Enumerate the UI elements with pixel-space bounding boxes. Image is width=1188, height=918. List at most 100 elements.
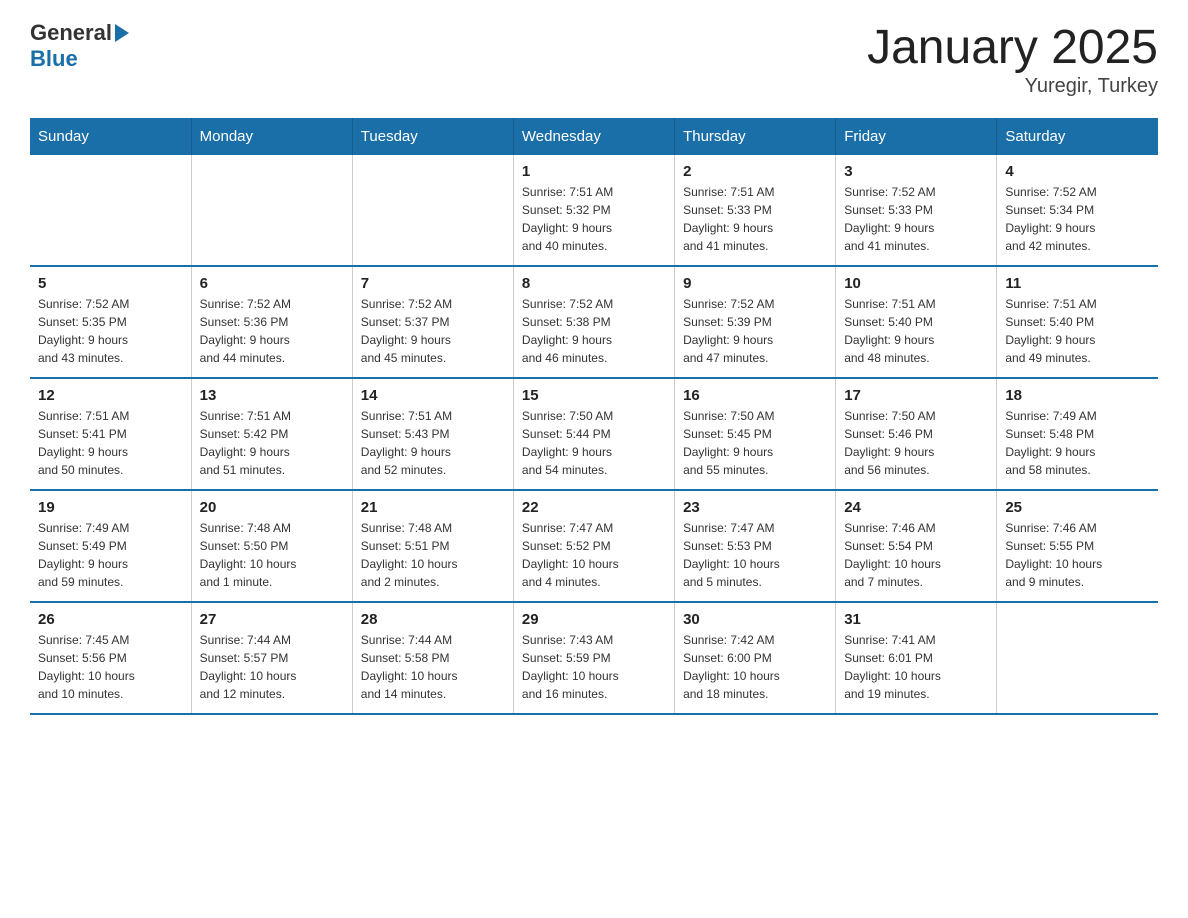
day-info: Sunrise: 7:51 AM Sunset: 5:43 PM Dayligh… [361,407,505,479]
day-info: Sunrise: 7:45 AM Sunset: 5:56 PM Dayligh… [38,631,183,703]
calendar-subtitle: Yuregir, Turkey [867,75,1158,98]
day-number: 28 [361,611,505,628]
day-info: Sunrise: 7:51 AM Sunset: 5:40 PM Dayligh… [844,295,988,367]
day-number: 15 [522,387,666,404]
day-number: 3 [844,163,988,180]
day-number: 12 [38,387,183,404]
day-info: Sunrise: 7:52 AM Sunset: 5:36 PM Dayligh… [200,295,344,367]
week-row-5: 26 Sunrise: 7:45 AM Sunset: 5:56 PM Dayli… [30,602,1158,714]
day-number: 22 [522,499,666,516]
day-number: 31 [844,611,988,628]
week-row-3: 12 Sunrise: 7:51 AM Sunset: 5:41 PM Dayli… [30,378,1158,490]
day-info: Sunrise: 7:41 AM Sunset: 6:01 PM Dayligh… [844,631,988,703]
calendar-cell [352,155,513,266]
day-number: 20 [200,499,344,516]
weekday-header-thursday: Thursday [675,118,836,155]
calendar-cell: 18 Sunrise: 7:49 AM Sunset: 5:48 PM Dayli… [997,378,1158,490]
calendar-table: SundayMondayTuesdayWednesdayThursdayFrid… [30,118,1158,715]
day-info: Sunrise: 7:52 AM Sunset: 5:37 PM Dayligh… [361,295,505,367]
day-number: 14 [361,387,505,404]
weekday-header-row: SundayMondayTuesdayWednesdayThursdayFrid… [30,118,1158,155]
day-info: Sunrise: 7:49 AM Sunset: 5:48 PM Dayligh… [1005,407,1150,479]
week-row-1: 1 Sunrise: 7:51 AM Sunset: 5:32 PM Daylig… [30,155,1158,266]
day-info: Sunrise: 7:49 AM Sunset: 5:49 PM Dayligh… [38,519,183,591]
day-info: Sunrise: 7:50 AM Sunset: 5:46 PM Dayligh… [844,407,988,479]
calendar-cell: 20 Sunrise: 7:48 AM Sunset: 5:50 PM Dayli… [191,490,352,602]
day-number: 13 [200,387,344,404]
calendar-cell: 4 Sunrise: 7:52 AM Sunset: 5:34 PM Daylig… [997,155,1158,266]
day-info: Sunrise: 7:42 AM Sunset: 6:00 PM Dayligh… [683,631,827,703]
day-number: 7 [361,275,505,292]
calendar-cell: 23 Sunrise: 7:47 AM Sunset: 5:53 PM Dayli… [675,490,836,602]
day-info: Sunrise: 7:47 AM Sunset: 5:52 PM Dayligh… [522,519,666,591]
title-section: January 2025 Yuregir, Turkey [867,20,1158,98]
calendar-cell: 22 Sunrise: 7:47 AM Sunset: 5:52 PM Dayli… [513,490,674,602]
day-info: Sunrise: 7:51 AM Sunset: 5:33 PM Dayligh… [683,183,827,255]
calendar-cell: 30Sunrise: 7:42 AM Sunset: 6:00 PM Dayli… [675,602,836,714]
day-info: Sunrise: 7:43 AM Sunset: 5:59 PM Dayligh… [522,631,666,703]
day-number: 4 [1005,163,1150,180]
calendar-cell: 26 Sunrise: 7:45 AM Sunset: 5:56 PM Dayli… [30,602,191,714]
logo-blue-text: Blue [30,46,129,72]
day-number: 24 [844,499,988,516]
logo-general-text: General [30,20,112,46]
weekday-header-tuesday: Tuesday [352,118,513,155]
calendar-cell: 7 Sunrise: 7:52 AM Sunset: 5:37 PM Daylig… [352,266,513,378]
calendar-cell: 15 Sunrise: 7:50 AM Sunset: 5:44 PM Dayli… [513,378,674,490]
calendar-cell: 5Sunrise: 7:52 AM Sunset: 5:35 PM Daylig… [30,266,191,378]
day-number: 21 [361,499,505,516]
day-info: Sunrise: 7:51 AM Sunset: 5:40 PM Dayligh… [1005,295,1150,367]
calendar-cell: 16 Sunrise: 7:50 AM Sunset: 5:45 PM Dayli… [675,378,836,490]
weekday-header-sunday: Sunday [30,118,191,155]
day-info: Sunrise: 7:52 AM Sunset: 5:35 PM Dayligh… [38,295,183,367]
day-number: 16 [683,387,827,404]
day-number: 25 [1005,499,1150,516]
day-number: 27 [200,611,344,628]
calendar-cell: 9Sunrise: 7:52 AM Sunset: 5:39 PM Daylig… [675,266,836,378]
calendar-cell: 14 Sunrise: 7:51 AM Sunset: 5:43 PM Dayli… [352,378,513,490]
calendar-cell: 27 Sunrise: 7:44 AM Sunset: 5:57 PM Dayli… [191,602,352,714]
day-info: Sunrise: 7:52 AM Sunset: 5:38 PM Dayligh… [522,295,666,367]
day-info: Sunrise: 7:50 AM Sunset: 5:45 PM Dayligh… [683,407,827,479]
day-number: 26 [38,611,183,628]
day-info: Sunrise: 7:52 AM Sunset: 5:33 PM Dayligh… [844,183,988,255]
day-number: 11 [1005,275,1150,292]
calendar-cell: 19Sunrise: 7:49 AM Sunset: 5:49 PM Dayli… [30,490,191,602]
weekday-header-monday: Monday [191,118,352,155]
calendar-cell: 31 Sunrise: 7:41 AM Sunset: 6:01 PM Dayli… [836,602,997,714]
day-number: 29 [522,611,666,628]
calendar-title: January 2025 [867,20,1158,75]
day-info: Sunrise: 7:47 AM Sunset: 5:53 PM Dayligh… [683,519,827,591]
day-number: 1 [522,163,666,180]
logo-arrow-icon [115,24,129,42]
day-info: Sunrise: 7:46 AM Sunset: 5:54 PM Dayligh… [844,519,988,591]
calendar-cell: 29 Sunrise: 7:43 AM Sunset: 5:59 PM Dayli… [513,602,674,714]
calendar-cell: 3 Sunrise: 7:52 AM Sunset: 5:33 PM Daylig… [836,155,997,266]
day-number: 2 [683,163,827,180]
calendar-cell: 12 Sunrise: 7:51 AM Sunset: 5:41 PM Dayli… [30,378,191,490]
day-number: 9 [683,275,827,292]
day-info: Sunrise: 7:52 AM Sunset: 5:34 PM Dayligh… [1005,183,1150,255]
day-info: Sunrise: 7:51 AM Sunset: 5:42 PM Dayligh… [200,407,344,479]
calendar-cell: 8Sunrise: 7:52 AM Sunset: 5:38 PM Daylig… [513,266,674,378]
calendar-cell: 24 Sunrise: 7:46 AM Sunset: 5:54 PM Dayli… [836,490,997,602]
day-number: 17 [844,387,988,404]
day-info: Sunrise: 7:44 AM Sunset: 5:57 PM Dayligh… [200,631,344,703]
day-info: Sunrise: 7:50 AM Sunset: 5:44 PM Dayligh… [522,407,666,479]
logo: General Blue [30,20,129,72]
day-info: Sunrise: 7:48 AM Sunset: 5:50 PM Dayligh… [200,519,344,591]
day-number: 18 [1005,387,1150,404]
calendar-cell: 11 Sunrise: 7:51 AM Sunset: 5:40 PM Dayli… [997,266,1158,378]
day-info: Sunrise: 7:46 AM Sunset: 5:55 PM Dayligh… [1005,519,1150,591]
day-info: Sunrise: 7:51 AM Sunset: 5:41 PM Dayligh… [38,407,183,479]
calendar-cell [997,602,1158,714]
calendar-cell: 1 Sunrise: 7:51 AM Sunset: 5:32 PM Daylig… [513,155,674,266]
calendar-cell [191,155,352,266]
calendar-cell [30,155,191,266]
day-number: 23 [683,499,827,516]
calendar-cell: 2 Sunrise: 7:51 AM Sunset: 5:33 PM Daylig… [675,155,836,266]
calendar-cell: 13 Sunrise: 7:51 AM Sunset: 5:42 PM Dayli… [191,378,352,490]
week-row-4: 19Sunrise: 7:49 AM Sunset: 5:49 PM Dayli… [30,490,1158,602]
calendar-header: SundayMondayTuesdayWednesdayThursdayFrid… [30,118,1158,155]
day-info: Sunrise: 7:51 AM Sunset: 5:32 PM Dayligh… [522,183,666,255]
